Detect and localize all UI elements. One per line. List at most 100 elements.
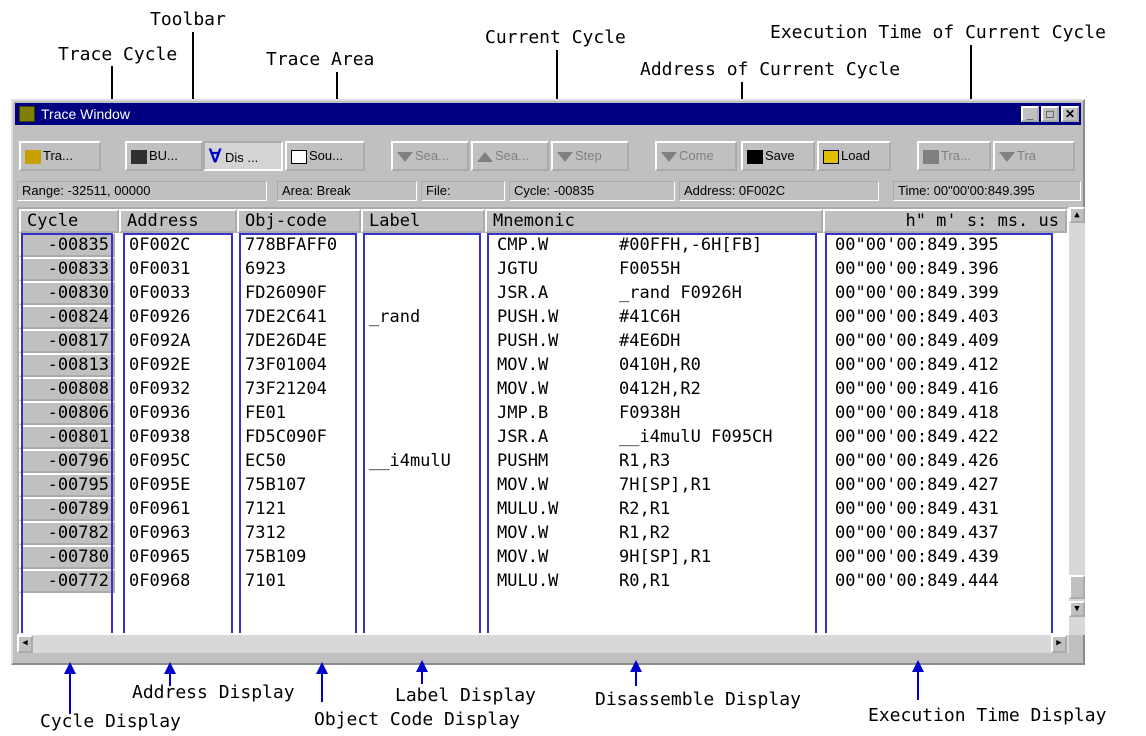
- header-cycle[interactable]: Cycle: [19, 209, 119, 233]
- address-cell: 0F095E: [129, 475, 191, 495]
- label-cell: [365, 473, 485, 497]
- cycle-cell: -00772: [19, 569, 115, 593]
- scroll-thumb[interactable]: [1069, 575, 1085, 599]
- mnemonic-cell: JMP.B: [497, 403, 549, 423]
- search-up-label: Sea...: [495, 148, 529, 163]
- trace-window: Trace Window _ □ ✕ Tra... BU... ∀ Dis ..…: [11, 99, 1085, 665]
- time-cell: 00"00'00:849.399: [835, 283, 999, 303]
- address-cell: 0F0963: [129, 523, 191, 543]
- address-cell: 0F0968: [129, 571, 191, 591]
- bus-button[interactable]: BU...: [125, 141, 203, 171]
- trace-icon: [25, 149, 41, 164]
- label-cell: _rand: [369, 307, 421, 327]
- source-button[interactable]: Sou...: [285, 141, 365, 171]
- cycle-cell: -00824: [19, 305, 115, 329]
- save-label: Save: [765, 148, 795, 163]
- maximize-button[interactable]: □: [1041, 106, 1059, 122]
- table-row[interactable]: -00817 0F092A 7DE26D4E PUSH.W #4E6DH 00"00'00…: [19, 329, 1067, 353]
- bus-icon: [131, 149, 147, 164]
- table-row[interactable]: -00801 0F0938 FD5C090F JSR.A __i4mulU F095CH…: [19, 425, 1067, 449]
- come-button[interactable]: Come: [655, 141, 737, 171]
- search-down-button[interactable]: Sea...: [391, 141, 469, 171]
- table-row[interactable]: -00795 0F095E 75B107 MOV.W 7H[SP],R1 00"00'00…: [19, 473, 1067, 497]
- table-row[interactable]: -00824 0F0926 7DE2C641 _rand PUSH.W #41C6H 00"…: [19, 305, 1067, 329]
- label-cell: __i4mulU: [369, 451, 451, 471]
- mnemonic-cell: MOV.W: [497, 523, 549, 543]
- trace-next-icon: [999, 151, 1015, 162]
- come-icon: [661, 151, 677, 162]
- header-mnemonic[interactable]: Mnemonic: [485, 209, 823, 233]
- title-bar[interactable]: Trace Window _ □ ✕: [15, 103, 1081, 125]
- trace-stop-button[interactable]: Tra...: [917, 141, 991, 171]
- table-row[interactable]: -00830 0F0033 FD26090F JSR.A _rand F0926H 00"…: [19, 281, 1067, 305]
- operand-cell: #00FFH,-6H[FB]: [619, 235, 763, 255]
- scroll-right-arrow-icon[interactable]: ▶: [1051, 635, 1067, 653]
- table-row[interactable]: -00808 0F0932 73F21204 MOV.W 0412H,R2 00"00'0…: [19, 377, 1067, 401]
- save-icon: [747, 149, 763, 164]
- objcode-cell: 75B109: [245, 547, 307, 567]
- header-time[interactable]: h" m' s: ms. us: [823, 209, 1067, 233]
- address-cell: 0F0938: [129, 427, 191, 447]
- operand-cell: F0938H: [619, 403, 681, 423]
- mnemonic-cell: JGTU: [497, 259, 538, 279]
- time-cell: 00"00'00:849.427: [835, 475, 999, 495]
- trace-grid[interactable]: Cycle Address Obj-code Label Mnemonic h"…: [17, 207, 1069, 635]
- header-objcode[interactable]: Obj-code: [237, 209, 361, 233]
- table-row[interactable]: -00833 0F0031 6923 JGTU F0055H 00"00'00:849.3…: [19, 257, 1067, 281]
- save-button[interactable]: Save: [741, 141, 815, 171]
- table-row[interactable]: -00782 0F0963 7312 MOV.W R1,R2 00"00'00:849.4…: [19, 521, 1067, 545]
- table-row[interactable]: -00806 0F0936 FE01 JMP.B F0938H 00"00'00:849.…: [19, 401, 1067, 425]
- status-row: Range: -32511, 00000 Area: Break File: C…: [15, 181, 1081, 203]
- address-cell: 0F0961: [129, 499, 191, 519]
- minimize-button[interactable]: _: [1021, 106, 1039, 122]
- cycle-cell: -00813: [19, 353, 115, 377]
- scroll-down-arrow-icon[interactable]: ▼: [1069, 601, 1085, 617]
- trace-stop-label: Tra...: [941, 148, 971, 163]
- objcode-cell: 7101: [245, 571, 286, 591]
- search-down-label: Sea...: [415, 148, 449, 163]
- table-row[interactable]: -00789 0F0961 7121 MULU.W R2,R1 00"00'00:849.…: [19, 497, 1067, 521]
- horizontal-scrollbar[interactable]: ◀ ▶: [17, 635, 1069, 653]
- load-button[interactable]: Load: [817, 141, 891, 171]
- time-cell: 00"00'00:849.395: [835, 235, 999, 255]
- cycle-field: Cycle: -00835: [509, 181, 675, 201]
- step-icon: [557, 151, 573, 162]
- table-row[interactable]: -00772 0F0968 7101 MULU.W R0,R1 00"00'00:849.…: [19, 569, 1067, 593]
- time-cell: 00"00'00:849.422: [835, 427, 999, 447]
- trace-button[interactable]: Tra...: [19, 141, 101, 171]
- table-row[interactable]: -00796 0F095C EC50 __i4mulU PUSHM R1,R3 00"00'…: [19, 449, 1067, 473]
- header-label[interactable]: Label: [361, 209, 485, 233]
- time-cell: 00"00'00:849.409: [835, 331, 999, 351]
- bus-button-label: BU...: [149, 148, 178, 163]
- step-button[interactable]: Step: [551, 141, 629, 171]
- annotation-current-cycle: Current Cycle: [485, 27, 626, 48]
- table-row[interactable]: -00780 0F0965 75B109 MOV.W 9H[SP],R1 00"00'00…: [19, 545, 1067, 569]
- close-button[interactable]: ✕: [1061, 106, 1079, 122]
- time-cell: 00"00'00:849.439: [835, 547, 999, 567]
- scroll-up-arrow-icon[interactable]: ▲: [1069, 207, 1085, 223]
- annotation-execution-time-display: Execution Time Display: [868, 705, 1107, 726]
- operand-cell: R1,R3: [619, 451, 671, 471]
- label-cell: [365, 521, 485, 545]
- annotation-address-display: Address Display: [132, 682, 295, 703]
- disassemble-button[interactable]: ∀ Dis ...: [203, 141, 283, 171]
- address-cell: 0F095C: [129, 451, 191, 471]
- table-row[interactable]: -00835 0F002C 778BFAFF0 CMP.W #00FFH,-6H[FB]…: [19, 233, 1067, 257]
- search-up-button[interactable]: Sea...: [471, 141, 549, 171]
- scroll-left-arrow-icon[interactable]: ◀: [17, 635, 33, 653]
- load-icon: [823, 149, 839, 164]
- operand-cell: R2,R1: [619, 499, 671, 519]
- cycle-cell: -00806: [19, 401, 115, 425]
- time-cell: 00"00'00:849.437: [835, 523, 999, 543]
- address-cell: 0F0936: [129, 403, 191, 423]
- trace-next-button[interactable]: Tra: [993, 141, 1075, 171]
- address-cell: 0F0033: [129, 283, 191, 303]
- address-cell: 0F0932: [129, 379, 191, 399]
- table-row[interactable]: -00813 0F092E 73F01004 MOV.W 0410H,R0 00"00'0…: [19, 353, 1067, 377]
- vertical-scrollbar[interactable]: ▲ ▼: [1069, 207, 1085, 635]
- toolbar: Tra... BU... ∀ Dis ... Sou... Sea... Sea…: [15, 128, 1081, 171]
- header-address[interactable]: Address: [119, 209, 237, 233]
- mnemonic-cell: MULU.W: [497, 571, 559, 591]
- objcode-cell: 6923: [245, 259, 286, 279]
- disassemble-icon: ∀: [209, 146, 222, 166]
